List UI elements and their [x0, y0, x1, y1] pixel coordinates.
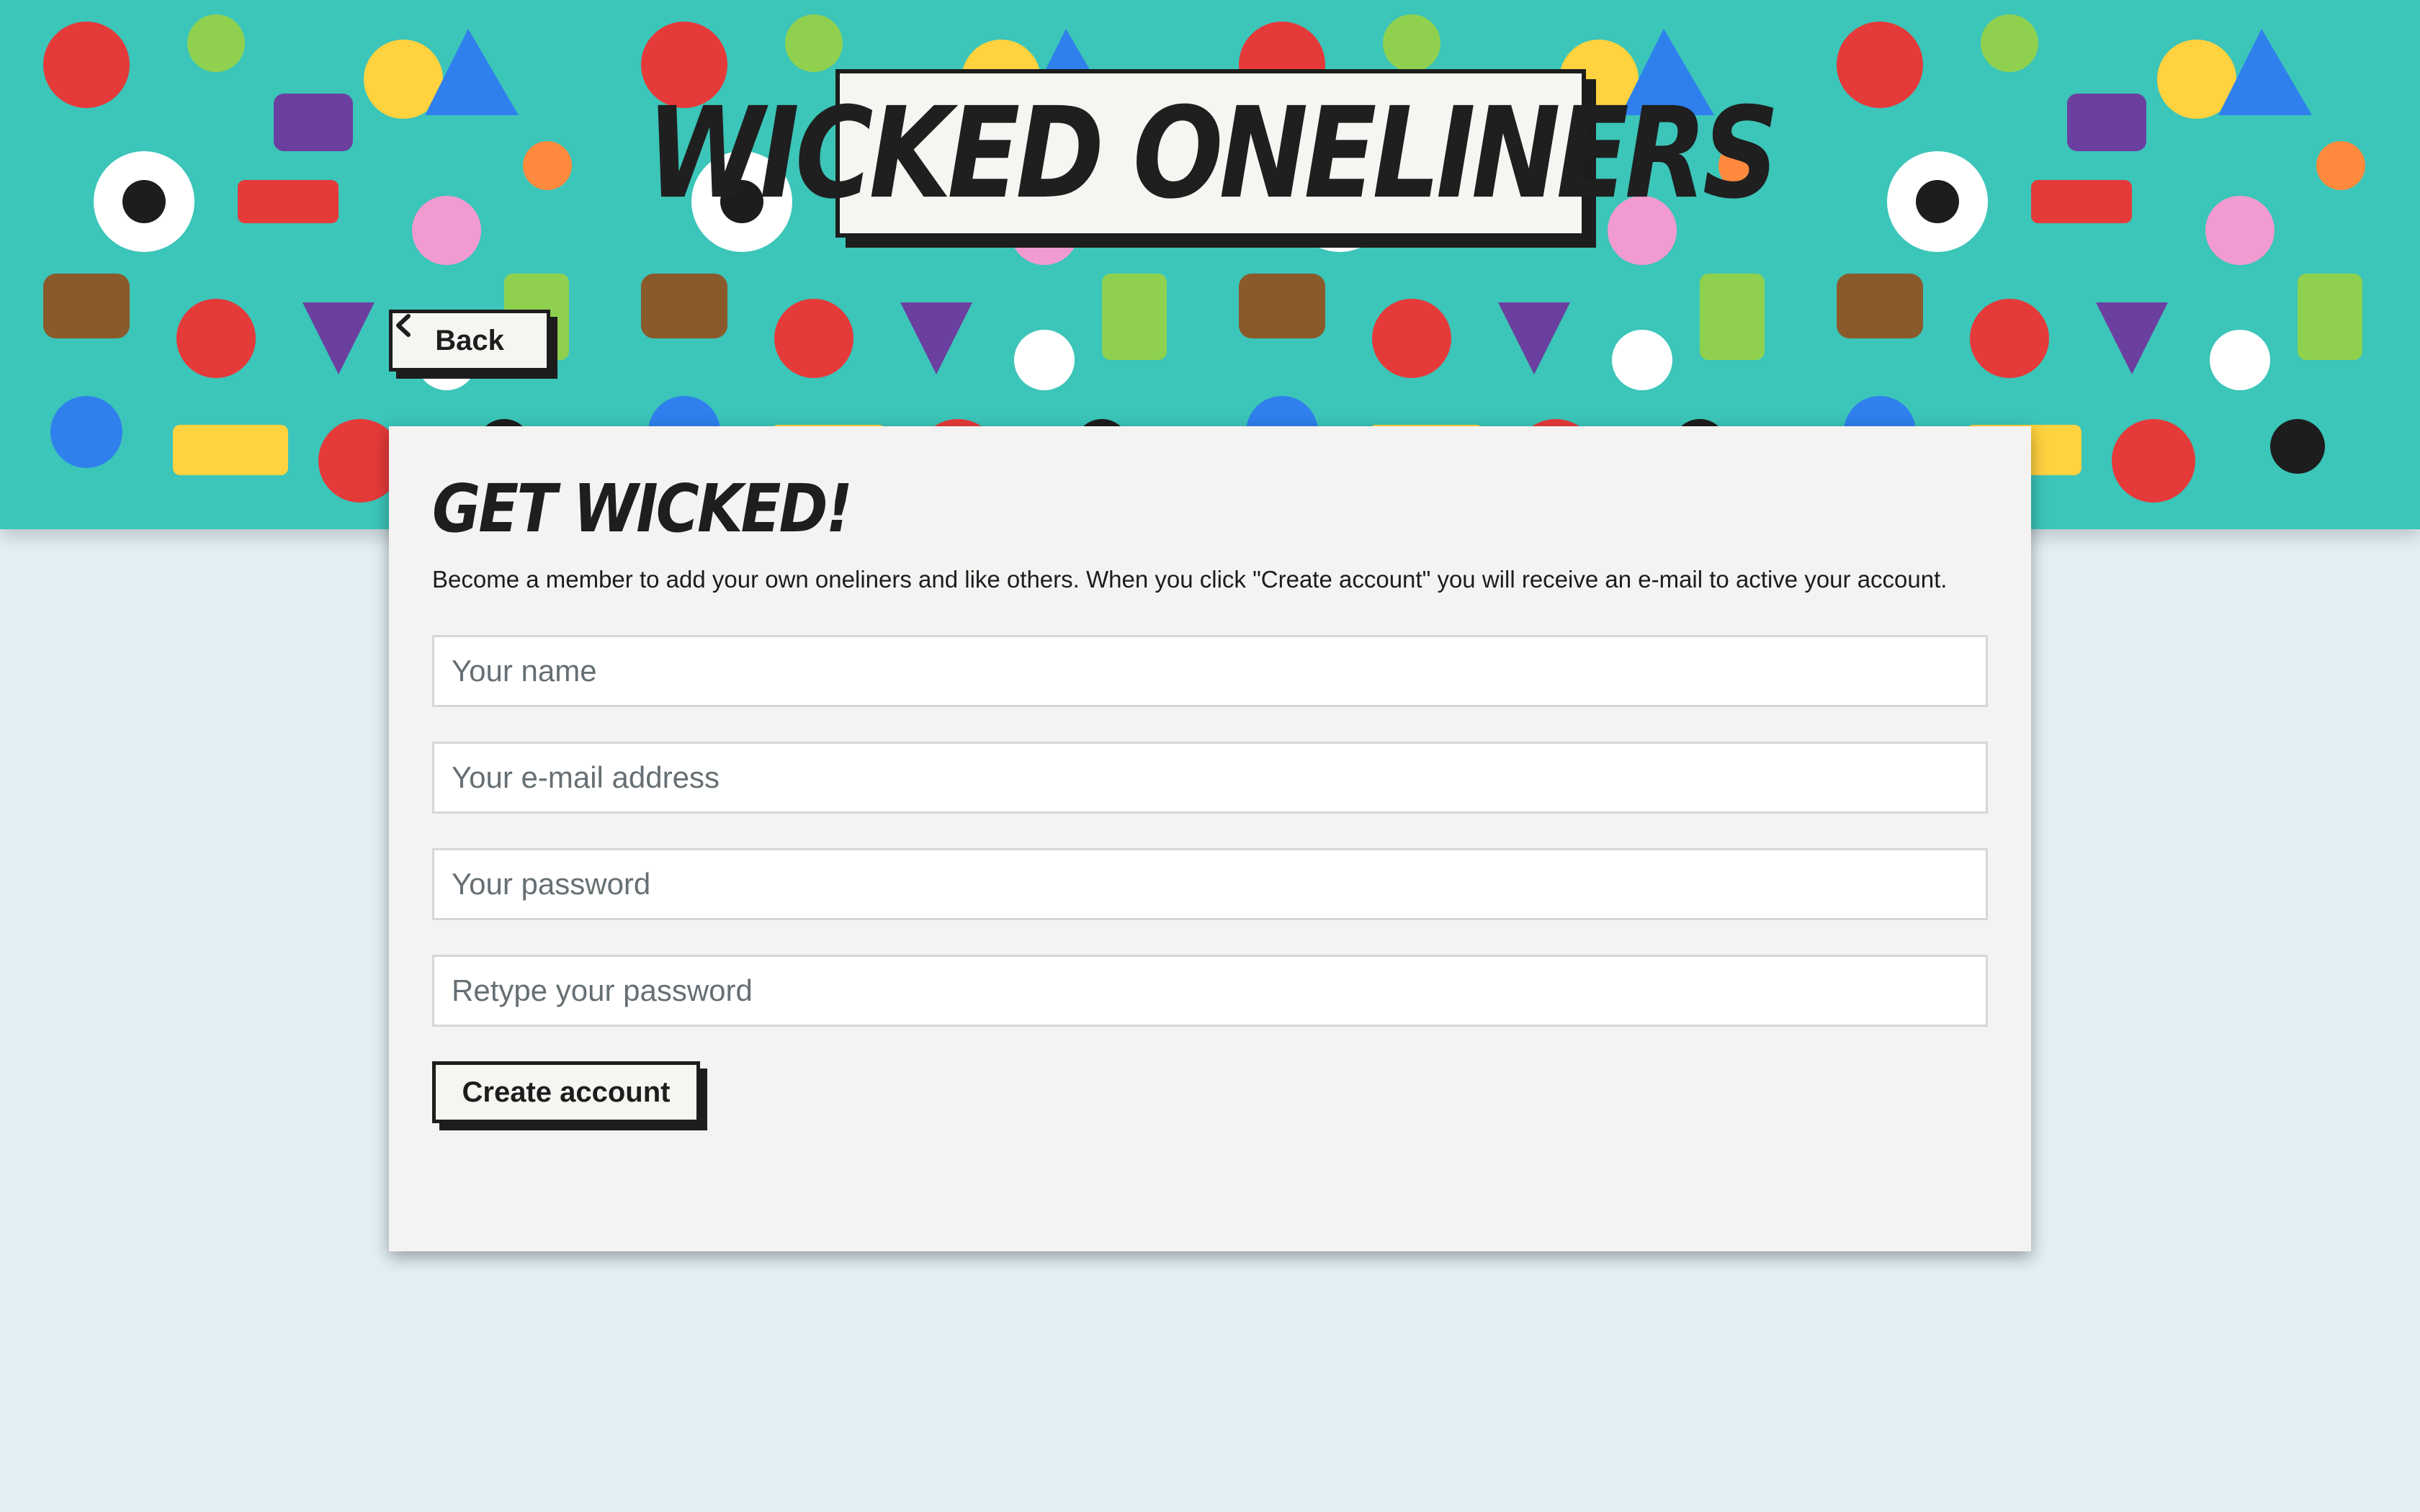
signup-form — [432, 635, 1988, 1027]
password-input[interactable] — [432, 848, 1988, 920]
logo-text: Wicked Oneliners — [646, 80, 1780, 227]
chevron-left-icon — [396, 314, 411, 337]
create-account-button[interactable]: Create account — [432, 1061, 700, 1123]
name-input[interactable] — [432, 635, 1988, 707]
back-button-label: Back — [435, 324, 504, 356]
card-title: Get Wicked! — [432, 471, 853, 548]
retype-password-input[interactable] — [432, 955, 1988, 1027]
back-button[interactable]: Back — [389, 310, 550, 372]
site-logo[interactable]: Wicked Oneliners — [647, 69, 1779, 238]
email-input[interactable] — [432, 742, 1988, 814]
signup-card: Get Wicked! Become a member to add your … — [389, 426, 2031, 1251]
card-description: Become a member to add your own oneliner… — [432, 566, 1948, 593]
